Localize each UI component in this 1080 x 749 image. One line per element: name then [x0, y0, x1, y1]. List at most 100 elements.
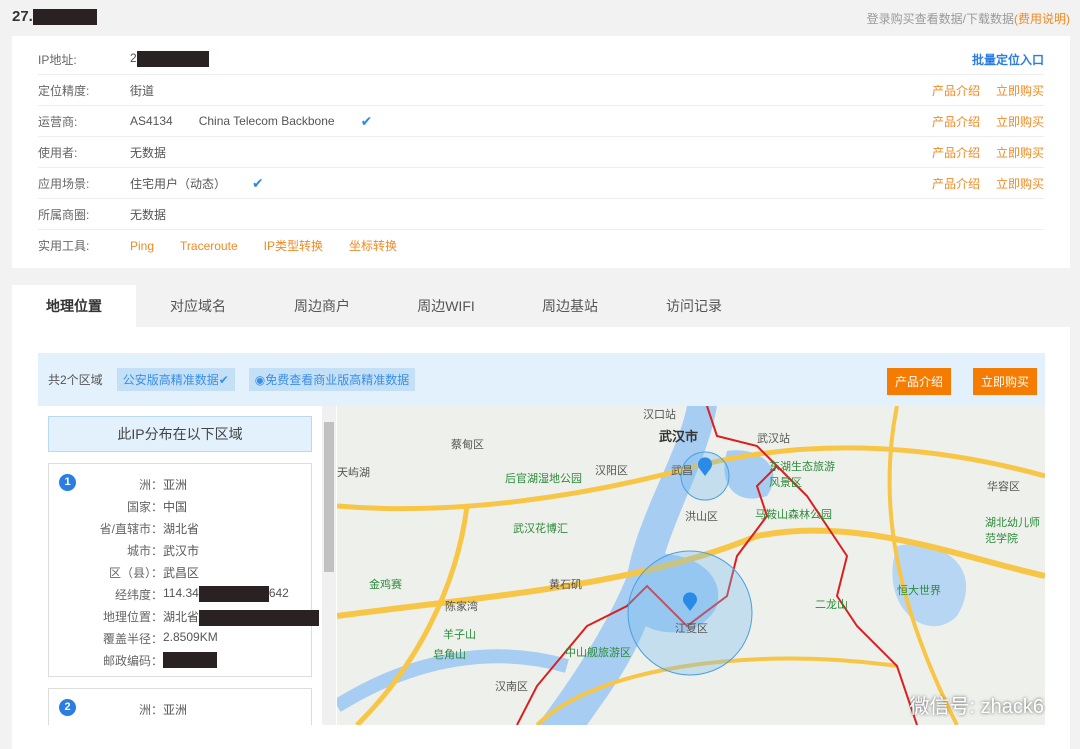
row-user: 使用者: 无数据 产品介绍 立即购买 — [38, 137, 1044, 168]
label: IP地址: — [38, 52, 77, 67]
map-label: 洪山区 — [685, 511, 718, 523]
map-label: 中山舰旅游区 — [565, 647, 631, 659]
map-label: 二龙山 — [815, 599, 848, 611]
value: 住宅用户（动态） — [130, 176, 227, 191]
map-label: 江夏区 — [675, 623, 708, 635]
field-value: 湖北省 — [163, 610, 200, 624]
value: 街道 — [130, 83, 155, 98]
redacted-block — [199, 609, 320, 626]
eye-icon: ◉ — [254, 373, 266, 387]
row-ip: IP地址: 2 批量定位入口 — [38, 44, 1044, 75]
region-item: 1 洲： 亚洲 国家： 中国 省/直辖市： 湖北省 城市： 武汉市 区（县）： 武昌区 经… — [48, 463, 320, 677]
list-scrollbar[interactable] — [322, 406, 336, 725]
buy-now-link[interactable]: 立即购买 — [996, 82, 1044, 99]
map-label: 武昌 — [671, 465, 693, 477]
tab-geo-location[interactable]: 地理位置 — [12, 285, 136, 327]
tab-access-log[interactable]: 访问记录 — [632, 285, 756, 327]
map-label: 华容区 — [987, 481, 1020, 493]
tab-nearby-stations[interactable]: 周边基站 — [508, 285, 632, 327]
map-label: 金鸡赛 — [369, 579, 402, 591]
region-item: 2 洲： 亚洲 — [48, 688, 312, 725]
page-title: 27. — [12, 8, 97, 26]
field-label: 经纬度： — [114, 588, 163, 602]
map-label: 武汉花博汇 — [513, 523, 568, 535]
tab-domains[interactable]: 对应域名 — [136, 285, 260, 327]
value: 无数据 — [130, 207, 167, 222]
row-tools: 实用工具: Ping Traceroute IP类型转换 坐标转换 — [38, 230, 1044, 261]
tab-nearby-wifi[interactable]: 周边WIFI — [384, 285, 508, 327]
login-purchase-link[interactable]: 登录购买查看数据/下载数据(费用说明) — [867, 10, 1070, 27]
field-label: 洲： — [138, 703, 163, 717]
label: 应用场景: — [38, 176, 90, 191]
police-data-button[interactable]: 公安版高精准数据✔ — [116, 368, 235, 391]
map-label: 马鞍山森林公园 — [755, 509, 832, 521]
buy-now-link[interactable]: 立即购买 — [996, 144, 1044, 161]
ping-link[interactable]: Ping — [130, 239, 154, 253]
map-label: 湖北幼儿师范学院 — [985, 517, 1040, 545]
map-label: 陈家湾 — [445, 601, 478, 613]
buy-now-button[interactable]: 立即购买 — [973, 368, 1038, 395]
map-label: 羊子山 — [443, 629, 476, 641]
field-label: 省/直辖市： — [99, 522, 163, 536]
traceroute-link[interactable]: Traceroute — [180, 239, 238, 253]
tab-bar: 地理位置 对应域名 周边商户 周边WIFI 周边基站 访问记录 — [12, 285, 756, 327]
region-list: 此IP分布在以下区域 1 洲： 亚洲 国家： 中国 省/直辖市： 湖北省 城市： 武汉市… — [38, 406, 322, 725]
field-value: 湖北省 — [163, 522, 200, 536]
coord-convert-link[interactable]: 坐标转换 — [349, 237, 397, 254]
check-icon: ✔ — [360, 112, 373, 129]
label: 实用工具: — [38, 239, 90, 253]
map-view[interactable]: 武汉市 汉阳区 洪山区 江夏区 东湖生态旅游风景区 马鞍山森林公园 后官湖湿地公… — [337, 406, 1045, 725]
product-intro-link[interactable]: 产品介绍 — [932, 144, 980, 161]
field-value: 642 — [268, 586, 289, 601]
ip-value: 2 — [130, 51, 137, 66]
field-value: 亚洲 — [163, 703, 188, 717]
product-intro-link[interactable]: 产品介绍 — [932, 82, 980, 99]
map-label: 皂角山 — [433, 649, 466, 661]
fee-info-link[interactable]: (费用说明) — [1014, 12, 1070, 26]
field-value: 2.8509KM — [163, 630, 218, 644]
redacted-block — [32, 9, 97, 26]
map-label: 汉口站 — [643, 409, 676, 421]
asn: AS4134 — [130, 114, 173, 128]
field-label: 区（县）： — [108, 566, 163, 580]
buy-now-link[interactable]: 立即购买 — [996, 175, 1044, 192]
batch-locate-link[interactable]: 批量定位入口 — [972, 51, 1044, 68]
map-label: 后官湖湿地公园 — [505, 473, 582, 485]
map-label: 东湖生态旅游风景区 — [769, 461, 835, 489]
product-intro-button[interactable]: 产品介绍 — [887, 368, 952, 395]
free-commercial-data-button[interactable]: ◉免费查看商业版高精准数据 — [248, 368, 416, 391]
map-label: 天屿湖 — [337, 467, 370, 479]
redacted-block — [198, 586, 269, 602]
isp-name: China Telecom Backbone — [198, 114, 335, 128]
product-intro-link[interactable]: 产品介绍 — [932, 175, 980, 192]
row-isp: 运营商: AS4134 China Telecom Backbone ✔ 产品介绍 立即购… — [38, 106, 1044, 137]
buy-now-link[interactable]: 立即购买 — [996, 113, 1044, 130]
field-label: 邮政编码： — [102, 654, 163, 668]
map-label: 恒大世界 — [897, 585, 941, 597]
ip-type-convert-link[interactable]: IP类型转换 — [264, 237, 323, 254]
label: 使用者: — [38, 145, 78, 160]
redacted-block — [136, 51, 209, 67]
region-count: 共2个区域 — [48, 373, 103, 387]
ip-info-card: IP地址: 2 批量定位入口 定位精度: 街道 产品介绍 立即购买 运营商: AS4134 C… — [12, 36, 1070, 268]
row-accuracy: 定位精度: 街道 产品介绍 立即购买 — [38, 75, 1044, 106]
row-scenario: 应用场景: 住宅用户（动态） ✔ 产品介绍 立即购买 — [38, 168, 1044, 199]
map-label: 黄石矶 — [549, 579, 582, 591]
row-business-district: 所属商圈: 无数据 — [38, 199, 1044, 230]
value: 无数据 — [130, 145, 167, 160]
field-label: 国家： — [126, 500, 163, 514]
field-label: 洲： — [138, 478, 163, 492]
redacted-block — [163, 652, 217, 668]
map-label: 武汉站 — [757, 433, 790, 445]
map-graphics — [337, 406, 1045, 725]
map-label: 汉阳区 — [595, 465, 628, 477]
field-value: 亚洲 — [163, 478, 188, 492]
region-toolbar: 共2个区域 公安版高精准数据✔ ◉免费查看商业版高精准数据 产品介绍 立即购买 — [38, 353, 1045, 406]
scrollbar-thumb[interactable] — [324, 422, 334, 572]
region-list-heading: 此IP分布在以下区域 — [48, 416, 312, 452]
tab-nearby-merchants[interactable]: 周边商户 — [260, 285, 384, 327]
map-label: 汉南区 — [495, 681, 528, 693]
field-label: 城市： — [126, 544, 163, 558]
field-value: 中国 — [163, 500, 188, 514]
product-intro-link[interactable]: 产品介绍 — [932, 113, 980, 130]
